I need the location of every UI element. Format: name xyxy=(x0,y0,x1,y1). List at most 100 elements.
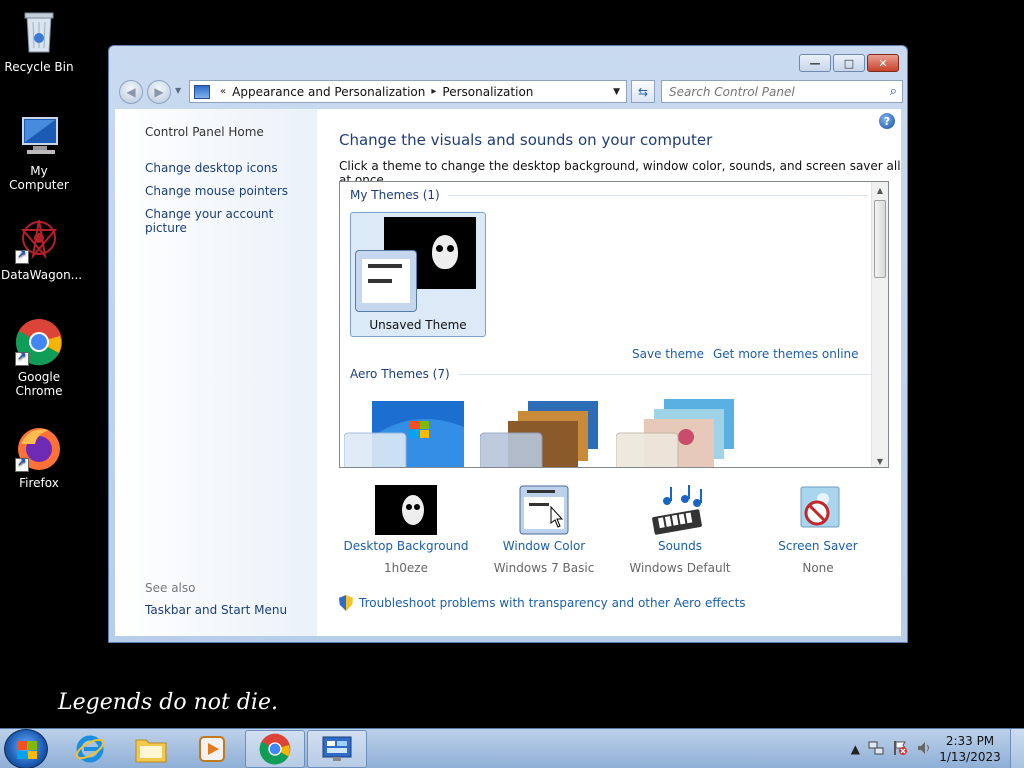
personalization-window[interactable]: — □ ✕ ◀ ▶ ▼ « Appearance and Personaliza… xyxy=(108,45,908,643)
scroll-down-icon[interactable]: ▼ xyxy=(872,453,888,467)
aero-theme-windows7[interactable] xyxy=(343,397,466,467)
desktop-icon-my-computer[interactable]: My Computer xyxy=(1,112,77,192)
refresh-button[interactable]: ⇆ xyxy=(631,80,655,103)
desktop-icon-datawagon[interactable]: DataWagon... xyxy=(1,216,82,282)
desktop-icon-google-chrome[interactable]: Google Chrome xyxy=(1,318,77,398)
shortcut-arrow-icon xyxy=(15,350,29,366)
close-icon: ✕ xyxy=(878,56,888,70)
volume-icon[interactable] xyxy=(916,740,932,759)
window-preview-body xyxy=(362,259,410,303)
refresh-icon: ⇆ xyxy=(637,84,649,99)
desktop-icon-label: Google Chrome xyxy=(15,370,63,398)
main-pane: ? Change the visuals and sounds on your … xyxy=(339,109,901,636)
desktop-background-value: 1h0eze xyxy=(384,561,428,575)
address-bar[interactable]: « Appearance and Personalization ▸ Perso… xyxy=(189,80,627,103)
action-center-flag-icon[interactable] xyxy=(892,740,908,759)
desktop-icon-firefox[interactable]: Firefox xyxy=(1,424,77,490)
desktop-icon-label: Firefox xyxy=(19,476,59,490)
theme-name: Unsaved Theme xyxy=(369,318,467,332)
control-panel-icon xyxy=(322,736,352,761)
scroll-thumb[interactable] xyxy=(874,200,886,278)
window-color-icon xyxy=(513,485,575,535)
theme-list-scrollbar[interactable]: ▲ ▼ xyxy=(871,182,888,467)
taskbar: ▲ 2:33 PM 1/13/2023 xyxy=(0,728,1024,768)
taskbar-google-chrome[interactable] xyxy=(245,730,305,768)
aero-themes-header: Aero Themes (7) xyxy=(350,367,873,381)
change-desktop-icons-link[interactable]: Change desktop icons xyxy=(145,161,278,175)
breadcrumb-personalization[interactable]: Personalization xyxy=(442,85,533,99)
close-button[interactable]: ✕ xyxy=(867,54,899,72)
chrome-icon xyxy=(259,733,291,765)
screen-saver-label[interactable]: Screen Saver xyxy=(753,539,883,553)
screen-saver-option[interactable]: Screen Saver None xyxy=(753,485,883,575)
taskbar-internet-explorer[interactable] xyxy=(60,730,120,768)
datawagon-icon xyxy=(15,216,63,264)
minimize-button[interactable]: — xyxy=(799,54,831,72)
aero-themes-label: Aero Themes (7) xyxy=(350,367,450,381)
search-input[interactable] xyxy=(669,84,879,99)
recent-pages-dropdown[interactable]: ▼ xyxy=(175,86,181,95)
desktop-icon-recycle-bin[interactable]: Recycle Bin xyxy=(1,8,77,74)
get-more-themes-link[interactable]: Get more themes online xyxy=(713,347,859,361)
search-icon[interactable]: ⌕ xyxy=(890,84,897,99)
divider xyxy=(447,194,868,196)
breadcrumb-overflow[interactable]: « xyxy=(220,86,226,97)
window-color-value: Windows 7 Basic xyxy=(493,561,595,575)
save-theme-link[interactable]: Save theme xyxy=(632,347,704,361)
window-color-preview xyxy=(355,250,417,312)
show-desktop-button[interactable] xyxy=(1010,729,1024,768)
firefox-icon xyxy=(15,424,63,472)
sounds-icon xyxy=(649,485,711,535)
page-title: Change the visuals and sounds on your co… xyxy=(339,131,713,149)
start-button[interactable] xyxy=(4,729,48,768)
show-hidden-icons-button[interactable]: ▲ xyxy=(851,742,860,756)
help-icon[interactable]: ? xyxy=(879,113,895,129)
taskbar-control-panel[interactable] xyxy=(307,730,367,768)
troubleshoot-label[interactable]: Troubleshoot problems with transparency … xyxy=(359,596,746,610)
internet-explorer-icon xyxy=(75,735,105,763)
change-mouse-pointers-link[interactable]: Change mouse pointers xyxy=(145,184,288,198)
change-account-picture-link[interactable]: Change your account picture xyxy=(145,207,317,235)
desktop-background-label[interactable]: Desktop Background xyxy=(341,539,471,553)
system-tray: ▲ 2:33 PM 1/13/2023 xyxy=(847,729,1024,768)
recycle-bin-icon xyxy=(15,8,63,56)
preview-bar xyxy=(368,264,402,268)
desktop-icon-label: Recycle Bin xyxy=(4,60,74,74)
troubleshoot-aero-link[interactable]: Troubleshoot problems with transparency … xyxy=(339,595,746,611)
sounds-label[interactable]: Sounds xyxy=(615,539,745,553)
window-color-label[interactable]: Window Color xyxy=(479,539,609,553)
media-player-icon xyxy=(199,736,225,762)
aero-theme-architecture[interactable] xyxy=(479,397,602,467)
forward-arrow-icon: ▶ xyxy=(154,85,164,99)
back-button[interactable]: ◀ xyxy=(119,80,143,104)
control-panel-home-link[interactable]: Control Panel Home xyxy=(145,125,264,139)
breadcrumb-chevron-icon[interactable]: ▸ xyxy=(431,86,436,97)
sounds-value: Windows Default xyxy=(629,561,731,575)
search-box[interactable]: ⌕ xyxy=(661,80,903,103)
taskbar-clock[interactable]: 2:33 PM 1/13/2023 xyxy=(936,733,1004,765)
sounds-option[interactable]: Sounds Windows Default xyxy=(615,485,745,575)
theme-list: My Themes (1) Unsaved Theme Save theme G… xyxy=(339,181,889,468)
network-icon[interactable] xyxy=(868,740,884,759)
address-dropdown-icon[interactable]: ▼ xyxy=(613,87,620,97)
desktop-background-icon xyxy=(375,485,437,535)
control-panel-icon xyxy=(194,84,210,99)
taskbar-media-player[interactable] xyxy=(182,730,242,768)
owl-image xyxy=(432,235,458,269)
taskbar-file-explorer[interactable] xyxy=(121,730,181,768)
see-also-label: See also xyxy=(145,581,196,595)
my-themes-label: My Themes (1) xyxy=(350,188,440,202)
shortcut-arrow-icon xyxy=(15,456,29,472)
desktop-icon-label: My Computer xyxy=(9,164,69,192)
scroll-up-icon[interactable]: ▲ xyxy=(872,182,888,198)
divider xyxy=(457,373,873,375)
theme-tile-unsaved[interactable]: Unsaved Theme xyxy=(350,212,486,337)
breadcrumb-appearance[interactable]: Appearance and Personalization xyxy=(232,85,425,99)
maximize-button[interactable]: □ xyxy=(833,54,865,72)
window-color-option[interactable]: Window Color Windows 7 Basic xyxy=(479,485,609,575)
forward-button[interactable]: ▶ xyxy=(147,80,171,104)
taskbar-start-menu-link[interactable]: Taskbar and Start Menu xyxy=(145,603,287,617)
chrome-icon xyxy=(15,318,63,366)
desktop-background-option[interactable]: Desktop Background 1h0eze xyxy=(341,485,471,575)
aero-theme-characters[interactable] xyxy=(615,397,738,467)
